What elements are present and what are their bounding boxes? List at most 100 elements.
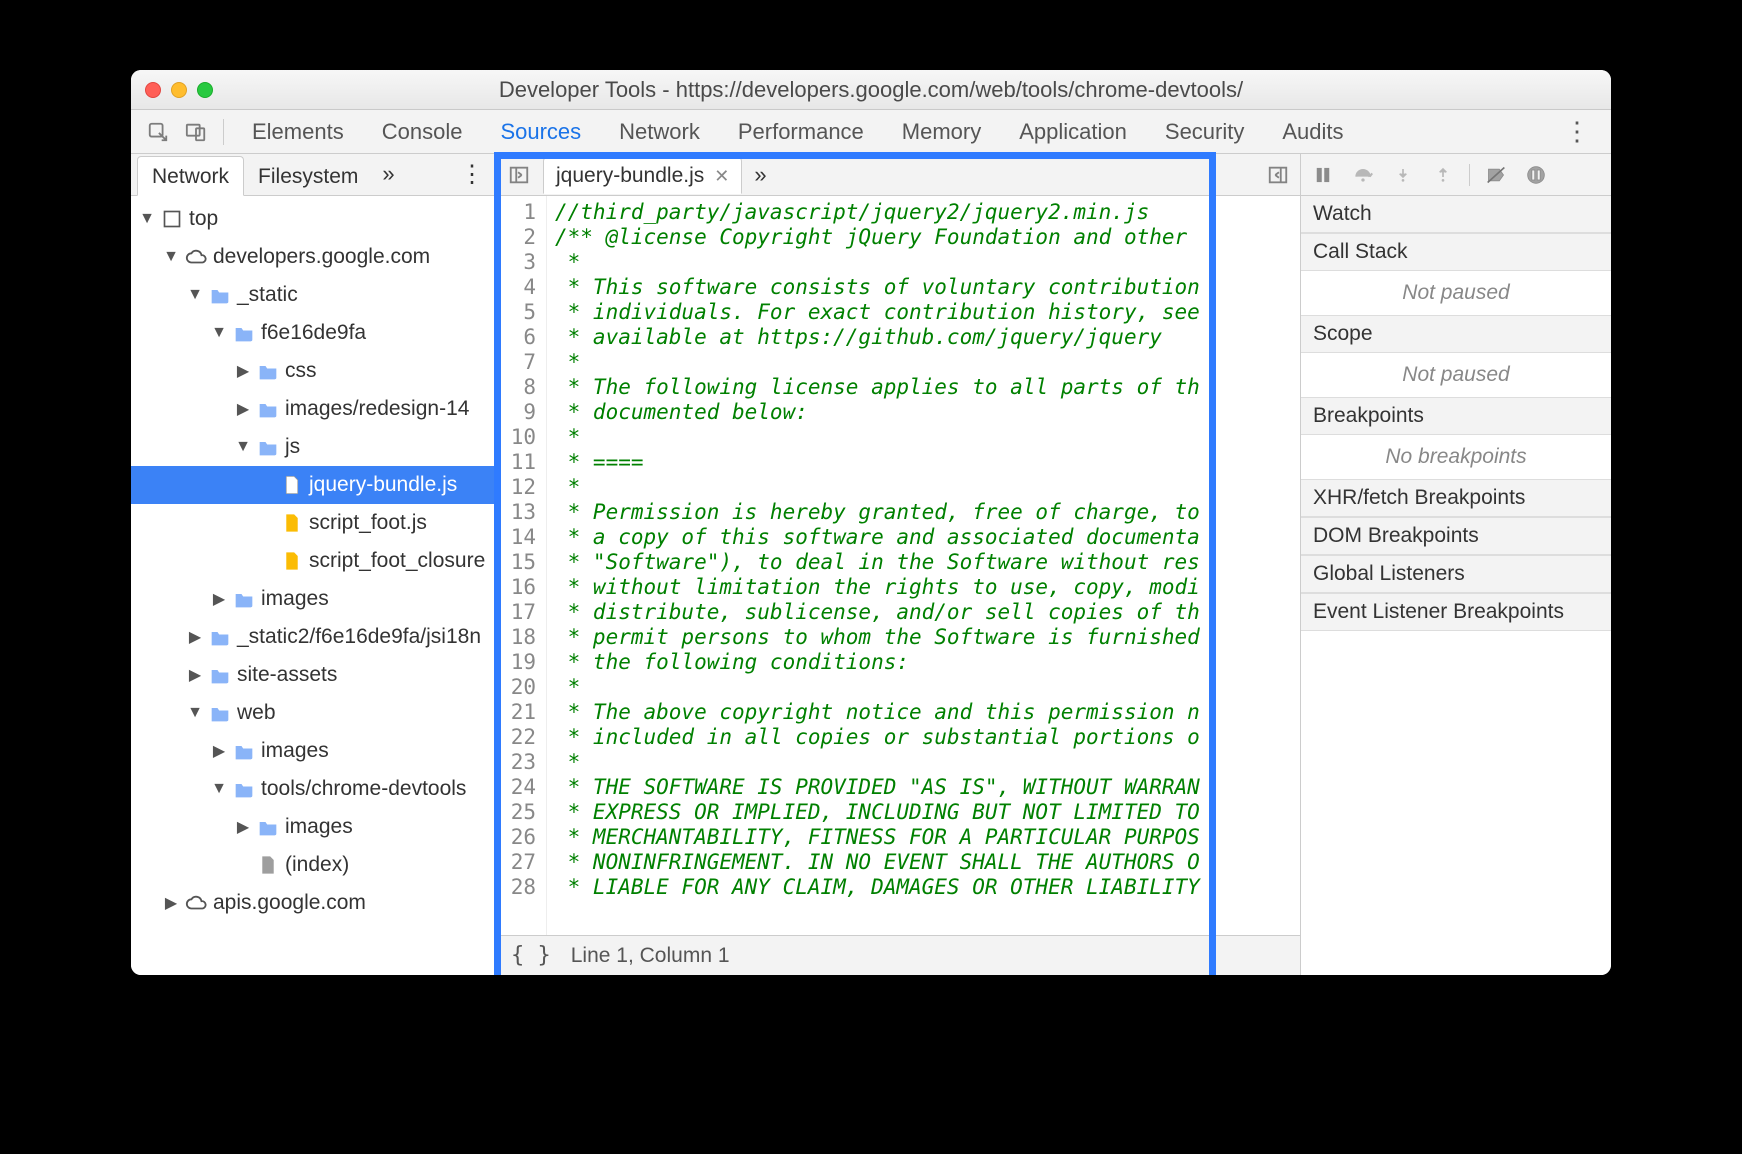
debug-section-body: No breakpoints <box>1301 435 1611 479</box>
disclosure-triangle-icon[interactable]: ▶ <box>187 627 203 647</box>
folder-icon <box>233 322 255 344</box>
debug-section-scope[interactable]: Scope <box>1301 315 1611 353</box>
file-tree-folder[interactable]: ▼ _static <box>131 276 496 314</box>
file-tree-folder[interactable]: ▼ tools/chrome-devtools <box>131 770 496 808</box>
debug-section-call-stack[interactable]: Call Stack <box>1301 233 1611 271</box>
file-tree-folder[interactable]: ▶images <box>131 808 496 846</box>
file-tree-folder[interactable]: ▶_static2/f6e16de9fa/jsi18n <box>131 618 496 656</box>
debugger-toolbar <box>1301 154 1611 196</box>
disclosure-triangle-icon[interactable]: ▼ <box>235 438 251 456</box>
debug-section-body: Not paused <box>1301 353 1611 397</box>
minimize-window-button[interactable] <box>171 82 187 98</box>
navigator-tab-filesystem[interactable]: Filesystem <box>244 157 372 195</box>
more-options-icon[interactable]: ⋮ <box>1554 116 1601 147</box>
panel-tab-console[interactable]: Console <box>378 111 467 153</box>
debug-section-body: Not paused <box>1301 271 1611 315</box>
step-into-icon[interactable] <box>1389 161 1417 189</box>
disclosure-triangle-icon[interactable]: ▶ <box>211 741 227 761</box>
file-tree-file[interactable]: jquery-bundle.js <box>131 466 496 504</box>
editor-more-tabs-icon[interactable]: » <box>742 162 778 188</box>
tree-item-label: images <box>261 739 329 763</box>
file-tree-file[interactable]: (index) <box>131 846 496 884</box>
panel-tab-application[interactable]: Application <box>1015 111 1131 153</box>
file-tree[interactable]: ▼top▼developers.google.com▼_static▼f6e16… <box>131 196 496 975</box>
disclosure-triangle-icon[interactable]: ▶ <box>235 817 251 837</box>
disclosure-triangle-icon[interactable]: ▶ <box>235 399 251 419</box>
folder-icon <box>209 284 231 306</box>
window-title: Developer Tools - https://developers.goo… <box>131 77 1611 103</box>
deactivate-breakpoints-icon[interactable] <box>1482 161 1510 189</box>
divider <box>223 119 224 145</box>
debug-section-xhr-fetch-breakpoints[interactable]: XHR/fetch Breakpoints <box>1301 479 1611 517</box>
debug-section-watch[interactable]: Watch <box>1301 196 1611 233</box>
navigator-options-icon[interactable]: ⋮ <box>448 154 496 195</box>
tree-item-label: images <box>261 587 329 611</box>
cloud-icon <box>185 246 207 268</box>
editor-tab-active[interactable]: jquery-bundle.js ✕ <box>543 157 742 194</box>
disclosure-triangle-icon[interactable]: ▼ <box>139 210 155 228</box>
file-tree-file[interactable]: script_foot.js <box>131 504 496 542</box>
file-tree-folder[interactable]: ▼web <box>131 694 496 732</box>
toggle-device-toolbar-icon[interactable] <box>179 115 213 149</box>
file-tree-folder[interactable]: ▼f6e16de9fa <box>131 314 496 352</box>
close-tab-icon[interactable]: ✕ <box>714 166 729 187</box>
debug-section-global-listeners[interactable]: Global Listeners <box>1301 555 1611 593</box>
pretty-print-icon[interactable]: { } <box>511 943 551 968</box>
file-navigator: Network Filesystem » ⋮ ▼ top ▼developers.g… <box>131 154 497 975</box>
debug-section-breakpoints[interactable]: Breakpoints <box>1301 397 1611 435</box>
navigator-more-tabs-icon[interactable]: » <box>372 154 404 195</box>
inspect-element-icon[interactable] <box>141 115 175 149</box>
navigator-tab-network[interactable]: Network <box>137 156 244 196</box>
zoom-window-button[interactable] <box>197 82 213 98</box>
file-tree-folder[interactable]: ▶images/redesign-14 <box>131 390 496 428</box>
file-tree-folder[interactable]: ▼ top <box>131 200 496 238</box>
editor-statusbar: { } Line 1, Column 1 <box>497 935 1300 975</box>
disclosure-triangle-icon[interactable]: ▼ <box>187 286 203 304</box>
disclosure-triangle-icon[interactable]: ▼ <box>211 324 227 342</box>
cloud-icon <box>185 892 207 914</box>
file-tree-folder[interactable]: ▶ images <box>131 732 496 770</box>
panel-tab-sources[interactable]: Sources <box>496 111 585 153</box>
show-debugger-icon[interactable] <box>1264 161 1292 189</box>
panel-tab-memory[interactable]: Memory <box>898 111 985 153</box>
panel-tab-performance[interactable]: Performance <box>734 111 868 153</box>
folder-icon <box>233 588 255 610</box>
disclosure-triangle-icon[interactable]: ▶ <box>163 893 179 913</box>
file-tree-file[interactable]: script_foot_closure <box>131 542 496 580</box>
file-tree-folder[interactable]: ▶ images <box>131 580 496 618</box>
file-tree-folder[interactable]: ▶site-assets <box>131 656 496 694</box>
disclosure-triangle-icon[interactable]: ▼ <box>187 704 203 722</box>
tree-item-label: tools/chrome-devtools <box>261 777 466 801</box>
file-tree-folder[interactable]: ▼js <box>131 428 496 466</box>
debug-section-dom-breakpoints[interactable]: DOM Breakpoints <box>1301 517 1611 555</box>
disclosure-triangle-icon[interactable]: ▼ <box>211 780 227 798</box>
code-area[interactable]: 1234567891011121314151617181920212223242… <box>497 196 1300 935</box>
folder-icon <box>233 740 255 762</box>
panel-tab-security[interactable]: Security <box>1161 111 1248 153</box>
editor-tabbar: jquery-bundle.js ✕ » <box>497 154 1300 196</box>
pause-on-exceptions-icon[interactable] <box>1522 161 1550 189</box>
pause-script-icon[interactable] <box>1309 161 1337 189</box>
debug-section-event-listener-breakpoints[interactable]: Event Listener Breakpoints <box>1301 593 1611 631</box>
disclosure-triangle-icon[interactable]: ▼ <box>163 248 179 266</box>
panel-tab-audits[interactable]: Audits <box>1278 111 1347 153</box>
panel-tab-network[interactable]: Network <box>615 111 704 153</box>
close-window-button[interactable] <box>145 82 161 98</box>
devtools-panel-tabs: Elements Console Sources Network Performance… <box>248 111 1348 153</box>
disclosure-triangle-icon[interactable]: ▶ <box>211 589 227 609</box>
disclosure-triangle-icon[interactable]: ▶ <box>235 361 251 381</box>
tree-item-label: _static <box>237 283 298 307</box>
step-over-icon[interactable] <box>1349 161 1377 189</box>
window-titlebar: Developer Tools - https://developers.goo… <box>131 70 1611 110</box>
disclosure-triangle-icon[interactable]: ▶ <box>187 665 203 685</box>
tree-item-label: top <box>189 207 218 231</box>
tree-item-label: script_foot_closure <box>309 549 485 573</box>
show-navigator-icon[interactable] <box>505 161 533 189</box>
debugger-sections: WatchCall StackNot pausedScopeNot paused… <box>1301 196 1611 631</box>
step-out-icon[interactable] <box>1429 161 1457 189</box>
file-tree-folder[interactable]: ▼developers.google.com <box>131 238 496 276</box>
folder-icon <box>257 436 279 458</box>
panel-tab-elements[interactable]: Elements <box>248 111 348 153</box>
file-tree-folder[interactable]: ▶css <box>131 352 496 390</box>
file-tree-folder[interactable]: ▶apis.google.com <box>131 884 496 922</box>
